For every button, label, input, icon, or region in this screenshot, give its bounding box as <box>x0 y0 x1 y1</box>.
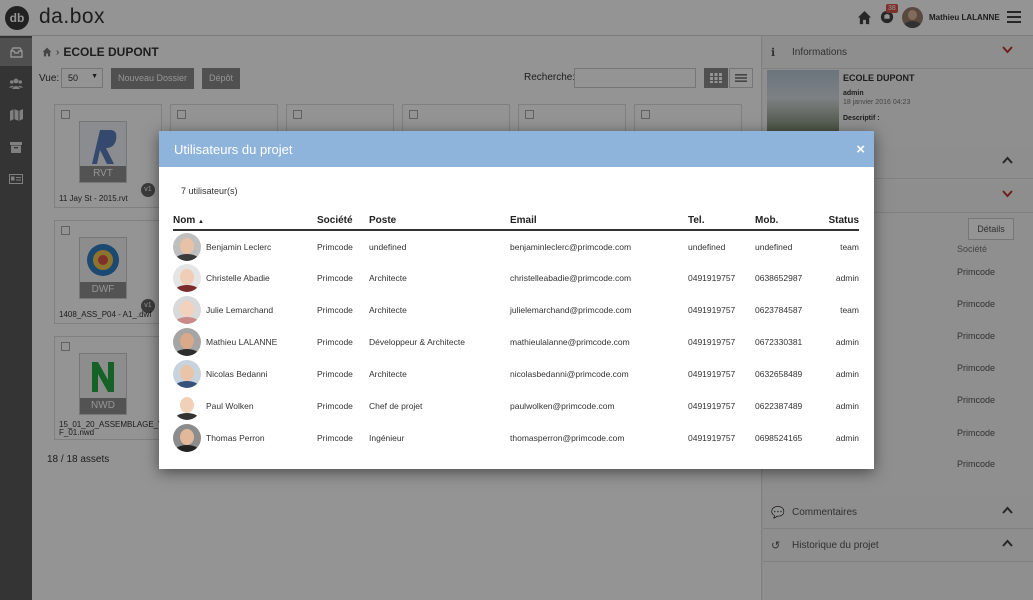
user-name: Mathieu LALANNE <box>206 337 278 347</box>
user-name-cell: Nicolas Bedanni <box>173 358 317 390</box>
user-tel: 0491919757 <box>688 401 736 411</box>
column-header-email[interactable]: Email <box>510 214 688 231</box>
modal-header: Utilisateurs du projet × <box>159 131 874 167</box>
user-tel: 0491919757 <box>688 337 736 347</box>
user-email[interactable]: mathieulalanne@primcode.com <box>510 326 688 358</box>
user-tel: 0491919757 <box>688 305 736 315</box>
user-societe: Primcode <box>317 433 353 443</box>
user-tel: 0491919757 <box>688 273 736 283</box>
user-name-cell: Mathieu LALANNE <box>173 326 317 358</box>
user-name-cell: Paul Wolken <box>173 390 317 422</box>
table-row[interactable]: Mathieu LALANNE Primcode Développeur & Arc… <box>173 326 859 358</box>
user-mob: 0672330381 <box>755 337 803 347</box>
user-name-cell: Thomas Perron <box>173 422 317 454</box>
user-mob: 0638652987 <box>755 273 803 283</box>
user-poste: undefined <box>369 241 407 252</box>
column-header-societe[interactable]: Société <box>317 214 369 231</box>
table-row[interactable]: Julie Lemarchand Primcode Architecte juliel… <box>173 294 859 326</box>
user-poste: Architecte <box>369 273 407 283</box>
user-count: 7 utilisateur(s) <box>181 186 238 196</box>
user-tel: undefined <box>688 241 726 252</box>
user-avatar <box>173 296 201 324</box>
close-icon[interactable]: × <box>856 141 865 158</box>
user-status: team <box>840 241 859 252</box>
column-label: Nom <box>173 214 196 226</box>
user-mob: 0698524165 <box>755 433 803 443</box>
user-email[interactable]: nicolasbedanni@primcode.com <box>510 358 688 390</box>
table-row[interactable]: Paul Wolken Primcode Chef de projet paulwol… <box>173 390 859 422</box>
user-societe: Primcode <box>317 401 353 411</box>
user-avatar <box>173 424 201 452</box>
user-mob: undefined <box>755 241 793 252</box>
user-status: admin <box>835 433 859 443</box>
user-poste: Ingénieur <box>369 433 405 443</box>
user-email[interactable]: julielemarchand@primcode.com <box>510 294 688 326</box>
user-name-cell: Julie Lemarchand <box>173 294 317 326</box>
column-header-mob[interactable]: Mob. <box>755 214 822 231</box>
table-row[interactable]: Nicolas Bedanni Primcode Architecte nicolas… <box>173 358 859 390</box>
user-societe: Primcode <box>317 241 353 252</box>
user-avatar <box>173 232 201 261</box>
users-table: Nom ▲ Société Poste Email Tel. Mob. Stat… <box>173 214 859 454</box>
column-header-tel[interactable]: Tel. <box>688 214 755 231</box>
table-header-row: Nom ▲ Société Poste Email Tel. Mob. Stat… <box>173 214 859 231</box>
user-name: Benjamin Leclerc <box>206 241 272 252</box>
user-tel: 0491919757 <box>688 369 736 379</box>
user-mob: 0623784587 <box>755 305 803 315</box>
user-email[interactable]: paulwolken@primcode.com <box>510 390 688 422</box>
user-status: admin <box>835 273 859 283</box>
column-header-nom[interactable]: Nom ▲ <box>173 214 317 231</box>
user-avatar <box>173 360 201 388</box>
user-email[interactable]: thomasperron@primcode.com <box>510 422 688 454</box>
user-name: Paul Wolken <box>206 401 254 411</box>
user-name-cell: Benjamin Leclerc <box>173 230 317 262</box>
user-name-cell: Christelle Abadie <box>173 262 317 294</box>
user-email[interactable]: christelleabadie@primcode.com <box>510 262 688 294</box>
user-status: admin <box>835 369 859 379</box>
user-email[interactable]: benjaminleclerc@primcode.com <box>510 230 688 262</box>
user-poste: Architecte <box>369 305 407 315</box>
user-societe: Primcode <box>317 337 353 347</box>
modal-title: Utilisateurs du projet <box>174 142 293 157</box>
user-status: team <box>840 305 859 315</box>
table-row[interactable]: Benjamin Leclerc Primcode undefined benjami… <box>173 230 859 262</box>
column-header-status[interactable]: Status <box>822 214 859 231</box>
user-name: Julie Lemarchand <box>206 305 274 315</box>
user-name: Christelle Abadie <box>206 273 270 283</box>
user-name: Nicolas Bedanni <box>206 369 268 379</box>
column-header-poste[interactable]: Poste <box>369 214 510 231</box>
table-row[interactable]: Thomas Perron Primcode Ingénieur thomasperr… <box>173 422 859 454</box>
project-users-modal: Utilisateurs du projet × 7 utilisateur(s… <box>159 131 874 469</box>
user-societe: Primcode <box>317 305 353 315</box>
sort-asc-icon: ▲ <box>198 218 204 225</box>
user-poste: Architecte <box>369 369 407 379</box>
user-poste: Développeur & Architecte <box>369 337 465 347</box>
user-name: Thomas Perron <box>206 433 265 443</box>
user-societe: Primcode <box>317 273 353 283</box>
user-poste: Chef de projet <box>369 401 423 411</box>
user-status: admin <box>835 337 859 347</box>
user-mob: 0622387489 <box>755 401 803 411</box>
user-societe: Primcode <box>317 369 353 379</box>
user-mob: 0632658489 <box>755 369 803 379</box>
user-tel: 0491919757 <box>688 433 736 443</box>
table-row[interactable]: Christelle Abadie Primcode Architecte chris… <box>173 262 859 294</box>
user-avatar <box>173 328 201 356</box>
user-status: admin <box>835 401 859 411</box>
user-avatar <box>173 392 201 420</box>
user-avatar <box>173 264 201 292</box>
